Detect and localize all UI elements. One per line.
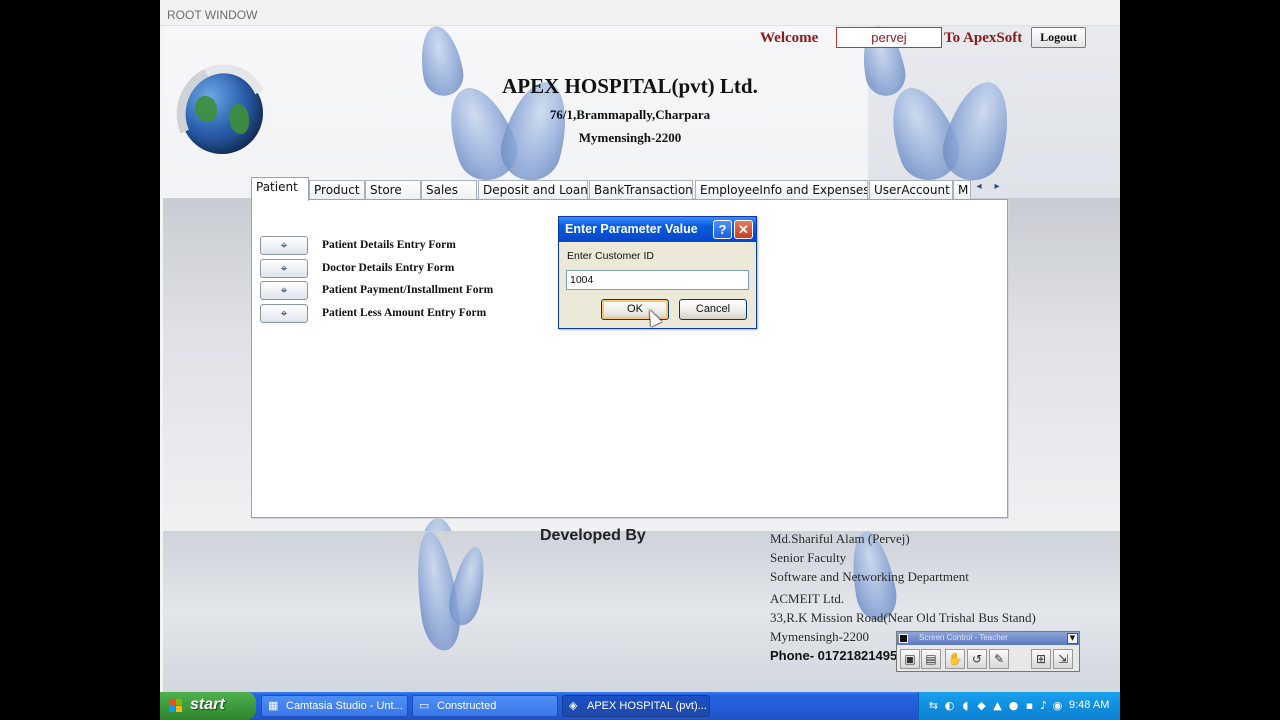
tab-product[interactable]: Product	[309, 180, 365, 201]
patient-details-form-label: Patient Details Entry Form	[322, 239, 456, 251]
windows-logo-icon	[169, 699, 183, 713]
monitor-icon[interactable]: ▣	[900, 649, 920, 669]
tab-store[interactable]: Store	[365, 180, 421, 201]
undo-icon[interactable]: ↺	[967, 649, 987, 669]
camera-icon[interactable]: ●	[1007, 699, 1020, 712]
dialog-title: Enter Parameter Value	[565, 222, 698, 236]
globe-logo-icon	[163, 51, 281, 173]
to-apexsoft-label: To ApexSoft	[944, 30, 1023, 46]
update-icon[interactable]: ▲	[991, 699, 1004, 712]
folder-icon: ▭	[419, 700, 430, 712]
start-button[interactable]: start	[160, 692, 256, 720]
hospital-name: APEX HOSPITAL(pvt) Ltd.	[502, 74, 758, 98]
dialog-prompt: Enter Customer ID	[567, 250, 654, 262]
camtasia-icon: ▦	[268, 700, 279, 712]
open-patient-less-amount-button[interactable]: ⌖	[260, 304, 308, 323]
developer-phone: Phone- 01721821495	[770, 648, 898, 663]
system-tray: ⇆ ◐ ◖ ◆ ▲ ● ▪ ♪ ◉ 9:48 AM	[918, 692, 1120, 720]
screen-control-title-bar[interactable]: Screen Control - Teacher ▼	[897, 632, 1079, 645]
capture-icon[interactable]: ⊞	[1031, 649, 1051, 669]
binoculars-icon: ⌖	[280, 261, 288, 275]
developer-address: 33,R.K Mission Road(Near Old Trishal Bus…	[770, 610, 1036, 625]
tab-scroll-right-icon[interactable]: ▸	[989, 179, 1005, 195]
clock[interactable]: 9:48 AM	[1069, 699, 1109, 711]
developer-name: Md.Shariful Alam (Pervej)	[770, 531, 910, 546]
volume-icon[interactable]: ♪	[1037, 699, 1050, 712]
tab-more[interactable]: M	[953, 180, 971, 201]
tab-user-account[interactable]: UserAccount	[869, 180, 953, 201]
access-app-icon: ◈	[569, 700, 578, 712]
hospital-address-line2: Mymensingh-2200	[578, 130, 682, 145]
pen-icon[interactable]: ✎	[989, 649, 1009, 669]
cancel-button[interactable]: Cancel	[679, 299, 747, 320]
exit-icon[interactable]: ⇲	[1053, 649, 1073, 669]
window-caption-bar[interactable]: ROOT WINDOW	[160, 0, 1120, 26]
start-label: start	[190, 696, 225, 713]
welcome-label: Welcome	[760, 30, 819, 46]
display-icon[interactable]: ▪	[1023, 699, 1036, 712]
windows-taskbar: start ▦ Camtasia Studio - Unt... ▭ Const…	[160, 692, 1120, 720]
security-icon[interactable]: ◆	[975, 699, 988, 712]
screen-control-toolbar: Screen Control - Teacher ▼ ▣ ▤ ✋ ↺ ✎ ⊞ ⇲	[896, 631, 1080, 672]
developer-company: ACMEIT Ltd.	[770, 591, 845, 606]
speaker-icon[interactable]: ◖	[959, 699, 972, 712]
tab-employee-info-expenses[interactable]: EmployeeInfo and Expenses	[695, 180, 868, 201]
open-doctor-details-button[interactable]: ⌖	[260, 259, 308, 278]
hand-icon[interactable]: ✋	[945, 649, 965, 669]
screen-share-icon[interactable]: ▤	[921, 649, 941, 669]
developed-by-label: Developed By	[540, 527, 646, 544]
dialog-title-bar[interactable]: Enter Parameter Value ? ✕	[559, 217, 756, 242]
open-patient-payment-button[interactable]: ⌖	[260, 281, 308, 300]
doctor-details-form-label: Doctor Details Entry Form	[322, 262, 455, 274]
network-icon[interactable]: ⇆	[927, 699, 940, 712]
help-icon[interactable]: ?	[713, 220, 732, 239]
tab-sales[interactable]: Sales	[421, 180, 477, 201]
tray-app-icon[interactable]: ◐	[943, 699, 956, 712]
tab-deposit-and-loan[interactable]: Deposit and Loan	[478, 180, 588, 201]
dropdown-arrow-icon[interactable]: ▼	[1067, 633, 1078, 644]
developer-department: Software and Networking Department	[770, 569, 969, 584]
tab-bank-transaction[interactable]: BankTransaction	[589, 180, 693, 201]
close-icon[interactable]: ✕	[734, 220, 753, 239]
logout-button[interactable]: Logout	[1031, 27, 1086, 48]
open-patient-details-button[interactable]: ⌖	[260, 236, 308, 255]
binoculars-icon: ⌖	[280, 238, 288, 252]
patient-payment-form-label: Patient Payment/Installment Form	[322, 284, 494, 296]
developer-city: Mymensingh-2200	[770, 629, 869, 644]
alert-icon[interactable]: ◉	[1051, 699, 1064, 712]
desktop-screen: ROOT WINDOW Welcome pervej To ApexSoft L…	[160, 0, 1120, 720]
username-field[interactable]: pervej	[836, 27, 942, 48]
window-title: ROOT WINDOW	[167, 8, 258, 22]
taskbar-item-constructed[interactable]: ▭ Constructed	[412, 695, 558, 717]
binoculars-icon: ⌖	[280, 306, 288, 320]
screen-control-title: Screen Control - Teacher	[919, 633, 1008, 642]
taskbar-item-apex-hospital[interactable]: ◈ APEX HOSPITAL (pvt)...	[562, 695, 710, 717]
developer-title: Senior Faculty	[770, 550, 847, 565]
customer-id-input[interactable]: 1004	[566, 270, 749, 290]
patient-less-amount-form-label: Patient Less Amount Entry Form	[322, 307, 487, 319]
tab-patient[interactable]: Patient	[251, 177, 309, 201]
pin-icon[interactable]	[899, 634, 908, 643]
hospital-address-line1: 76/1,Brammapally,Charpara	[549, 107, 711, 122]
tab-scroll-left-icon[interactable]: ◂	[971, 179, 987, 195]
binoculars-icon: ⌖	[280, 283, 288, 297]
taskbar-item-camtasia[interactable]: ▦ Camtasia Studio - Unt...	[261, 695, 408, 717]
